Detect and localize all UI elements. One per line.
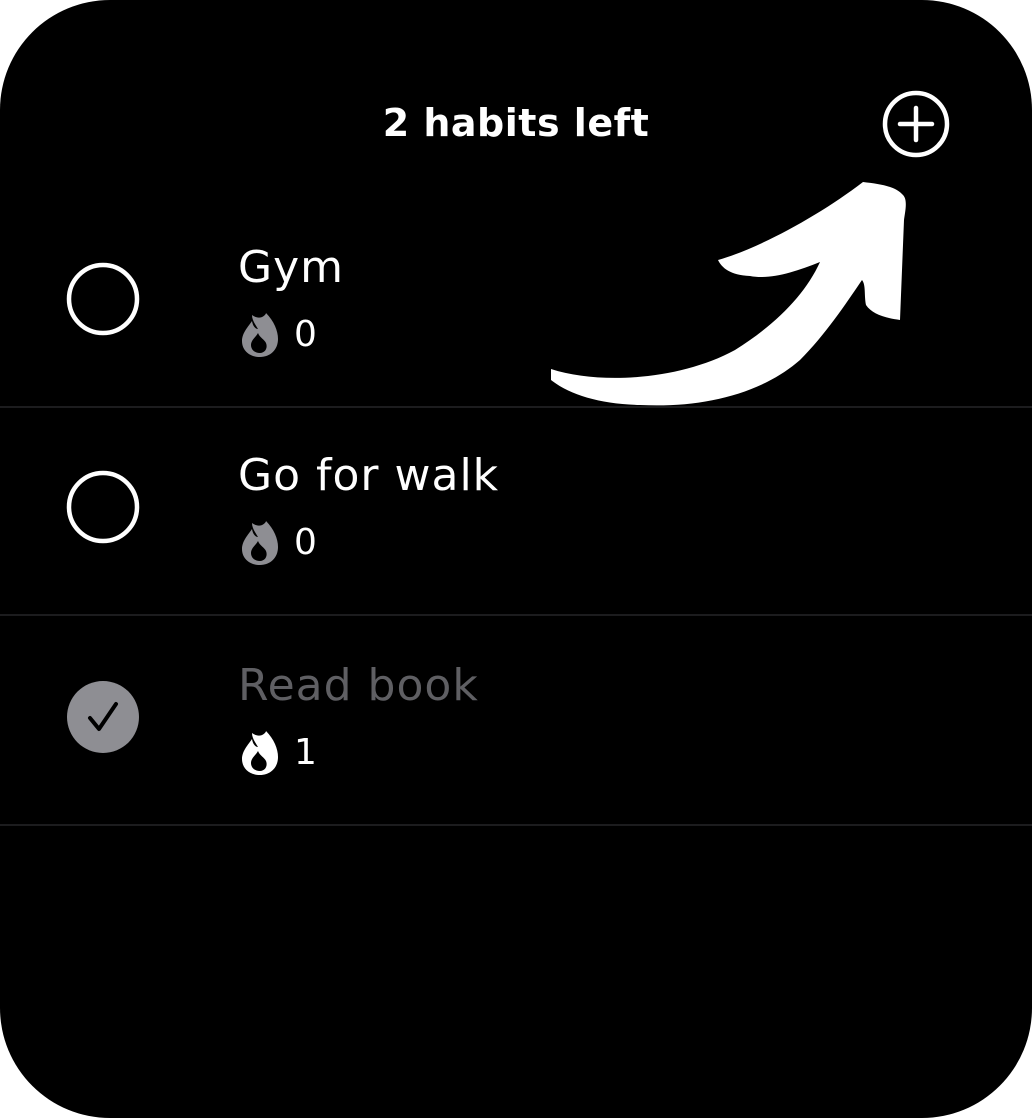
streak-count: 0: [294, 522, 317, 563]
habit-row[interactable]: Read book 1: [0, 618, 1032, 826]
add-habit-button[interactable]: [882, 90, 950, 158]
habit-tracker-screen: 2 habits left Gym 0 Go for walk 0 Read b…: [0, 0, 1032, 1118]
habit-checkbox[interactable]: [66, 262, 140, 336]
flame-icon: [238, 729, 282, 777]
checkmark-circle-icon: [67, 681, 139, 753]
streak-count: 1: [294, 732, 317, 773]
streak-counter: 1: [238, 728, 317, 778]
habit-checkbox-checked[interactable]: [66, 680, 140, 754]
streak-counter: 0: [238, 518, 317, 568]
flame-icon: [238, 311, 282, 359]
page-title: 2 habits left: [382, 101, 650, 145]
habit-name: Go for walk: [238, 450, 500, 501]
habit-name: Gym: [238, 242, 344, 293]
streak-counter: 0: [238, 310, 317, 360]
empty-circle-icon: [66, 262, 140, 336]
empty-circle-icon: [66, 470, 140, 544]
flame-icon: [238, 519, 282, 567]
habit-row[interactable]: Go for walk 0: [0, 408, 1032, 616]
streak-count: 0: [294, 314, 317, 355]
plus-circle-icon: [882, 90, 950, 158]
habit-checkbox[interactable]: [66, 470, 140, 544]
habit-row[interactable]: Gym 0: [0, 200, 1032, 408]
habit-name: Read book: [238, 660, 479, 711]
